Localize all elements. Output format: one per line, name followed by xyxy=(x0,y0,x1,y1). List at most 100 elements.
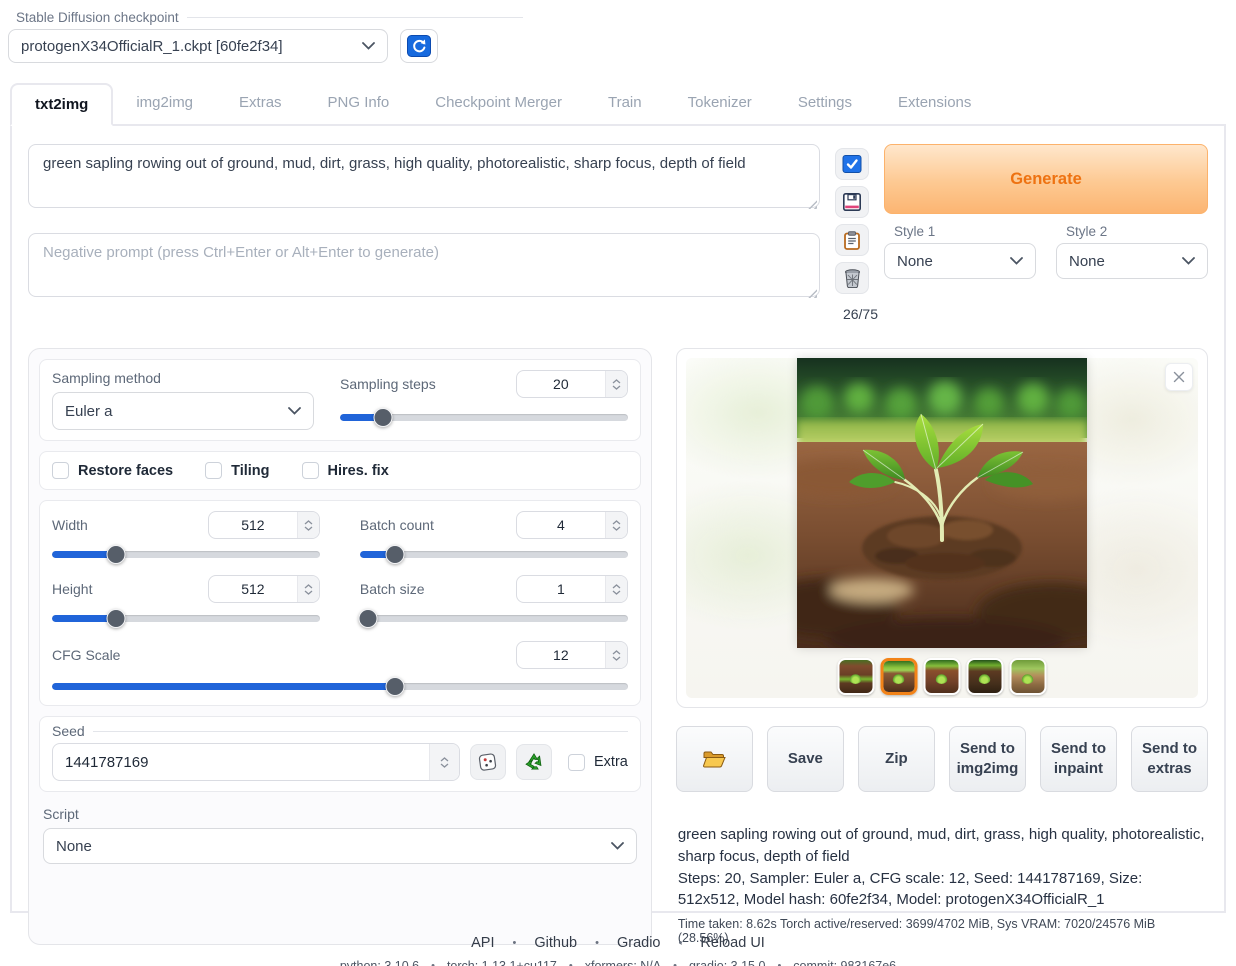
version-torch: torch: 1.13.1+cu117 xyxy=(447,959,557,966)
slider-handle[interactable] xyxy=(385,545,404,564)
tab-extensions[interactable]: Extensions xyxy=(875,83,994,124)
send-to-inpaint-button[interactable]: Send to inpaint xyxy=(1040,726,1117,792)
height-slider[interactable] xyxy=(52,609,320,627)
batch-count-label: Batch count xyxy=(360,517,434,533)
checkbox-extra-seed[interactable]: Extra xyxy=(568,754,628,771)
sampling-steps-input[interactable]: 20 xyxy=(516,370,628,398)
chevron-down-icon xyxy=(1182,257,1195,265)
recycle-icon xyxy=(524,752,544,772)
width-label: Width xyxy=(52,517,88,533)
tab-train[interactable]: Train xyxy=(585,83,665,124)
slider-handle[interactable] xyxy=(107,609,126,628)
checkbox-box[interactable] xyxy=(568,754,585,771)
reuse-seed-button[interactable] xyxy=(516,744,552,780)
thumbnail-1[interactable] xyxy=(837,658,874,695)
separator: • xyxy=(777,960,781,966)
separator: • xyxy=(569,960,573,966)
save-style-button[interactable] xyxy=(835,186,869,218)
stepper-arrows[interactable] xyxy=(605,371,627,397)
random-seed-button[interactable] xyxy=(470,744,506,780)
thumbnail-4[interactable] xyxy=(966,658,1003,695)
checkbox-box[interactable] xyxy=(302,462,319,479)
width-slider[interactable] xyxy=(52,545,320,563)
generate-button[interactable]: Generate xyxy=(884,144,1208,214)
tab-png-info[interactable]: PNG Info xyxy=(305,83,413,124)
batch-count-slider[interactable] xyxy=(360,545,628,563)
negative-prompt-input[interactable] xyxy=(28,233,820,297)
style2-select[interactable]: None xyxy=(1056,243,1208,279)
separator: • xyxy=(673,960,677,966)
save-button[interactable]: Save xyxy=(767,726,844,792)
style2-value: None xyxy=(1069,253,1105,270)
tab-extras[interactable]: Extras xyxy=(216,83,305,124)
style2-label: Style 2 xyxy=(1056,224,1208,239)
stepper-arrows[interactable] xyxy=(297,576,319,602)
main-tab-bar: txt2img img2img Extras PNG Info Checkpoi… xyxy=(10,83,1226,126)
width-input[interactable]: 512 xyxy=(208,511,320,539)
cfg-scale-input[interactable]: 12 xyxy=(516,641,628,669)
batch-count-input[interactable]: 4 xyxy=(516,511,628,539)
stepper-arrows[interactable] xyxy=(297,512,319,538)
txt2img-panel: green sapling rowing out of ground, mud,… xyxy=(10,126,1226,913)
script-select[interactable]: None xyxy=(43,828,637,864)
checkpoint-select[interactable]: protogenX34OfficialR_1.ckpt [60fe2f34] xyxy=(8,29,388,63)
version-commit: commit: 983167e6 xyxy=(793,959,896,966)
stepper-arrows[interactable] xyxy=(605,512,627,538)
tab-tokenizer[interactable]: Tokenizer xyxy=(665,83,775,124)
cfg-scale-slider[interactable] xyxy=(52,677,628,695)
send-to-extras-button[interactable]: Send to extras xyxy=(1131,726,1208,792)
thumbnail-strip xyxy=(837,658,1046,695)
clear-prompt-button[interactable] xyxy=(835,262,869,294)
open-folder-button[interactable] xyxy=(676,726,753,792)
send-to-img2img-button[interactable]: Send to img2img xyxy=(949,726,1026,792)
generation-info: green sapling rowing out of ground, mud,… xyxy=(676,824,1208,945)
stepper-arrows[interactable] xyxy=(429,744,459,780)
close-gallery-button[interactable] xyxy=(1165,363,1193,391)
version-gradio: gradio: 3.15.0 xyxy=(689,959,765,966)
tab-checkpoint-merger[interactable]: Checkpoint Merger xyxy=(412,83,585,124)
checkpoint-value: protogenX34OfficialR_1.ckpt [60fe2f34] xyxy=(21,38,283,55)
checkbox-restore-faces[interactable]: Restore faces xyxy=(52,462,173,479)
stepper-arrows[interactable] xyxy=(605,642,627,668)
checkbox-box[interactable] xyxy=(205,462,222,479)
batch-size-slider[interactable] xyxy=(360,609,628,627)
style1-select[interactable]: None xyxy=(884,243,1036,279)
prompt-input[interactable]: green sapling rowing out of ground, mud,… xyxy=(28,144,820,208)
generated-image[interactable] xyxy=(797,358,1087,648)
thumbnail-5[interactable] xyxy=(1009,658,1046,695)
footer-link-reload-ui[interactable]: Reload UI xyxy=(700,935,764,951)
slider-handle[interactable] xyxy=(385,677,404,696)
footer-link-api[interactable]: API xyxy=(471,935,494,951)
footer-link-gradio[interactable]: Gradio xyxy=(617,935,661,951)
checkbox-tiling[interactable]: Tiling xyxy=(205,462,269,479)
checkbox-box[interactable] xyxy=(52,462,69,479)
sampling-steps-value: 20 xyxy=(517,376,605,392)
tab-img2img[interactable]: img2img xyxy=(113,83,216,124)
chevron-down-icon xyxy=(1010,257,1023,265)
height-input[interactable]: 512 xyxy=(208,575,320,603)
tab-txt2img[interactable]: txt2img xyxy=(10,83,113,126)
token-counter: 26/75 xyxy=(843,306,884,322)
tab-settings[interactable]: Settings xyxy=(775,83,875,124)
floppy-disk-icon xyxy=(843,193,861,211)
sampling-method-select[interactable]: Euler a xyxy=(52,392,314,430)
batch-size-input[interactable]: 1 xyxy=(516,575,628,603)
apply-style-button[interactable] xyxy=(835,148,869,180)
slider-handle[interactable] xyxy=(374,408,393,427)
version-python: python: 3.10.6 xyxy=(340,959,419,966)
paste-params-button[interactable] xyxy=(835,224,869,256)
style1-value: None xyxy=(897,253,933,270)
stepper-arrows[interactable] xyxy=(605,576,627,602)
thumbnail-3[interactable] xyxy=(923,658,960,695)
zip-button[interactable]: Zip xyxy=(858,726,935,792)
height-label: Height xyxy=(52,581,92,597)
refresh-checkpoint-button[interactable] xyxy=(400,29,438,63)
thumbnail-2-selected[interactable] xyxy=(880,658,917,695)
seed-input[interactable]: 1441787169 xyxy=(52,743,460,781)
footer-link-github[interactable]: Github xyxy=(534,935,577,951)
sampling-steps-slider[interactable] xyxy=(340,408,628,426)
cfg-scale-value: 12 xyxy=(517,647,605,663)
checkbox-hires-fix[interactable]: Hires. fix xyxy=(302,462,389,479)
slider-handle[interactable] xyxy=(107,545,126,564)
slider-handle[interactable] xyxy=(358,609,377,628)
